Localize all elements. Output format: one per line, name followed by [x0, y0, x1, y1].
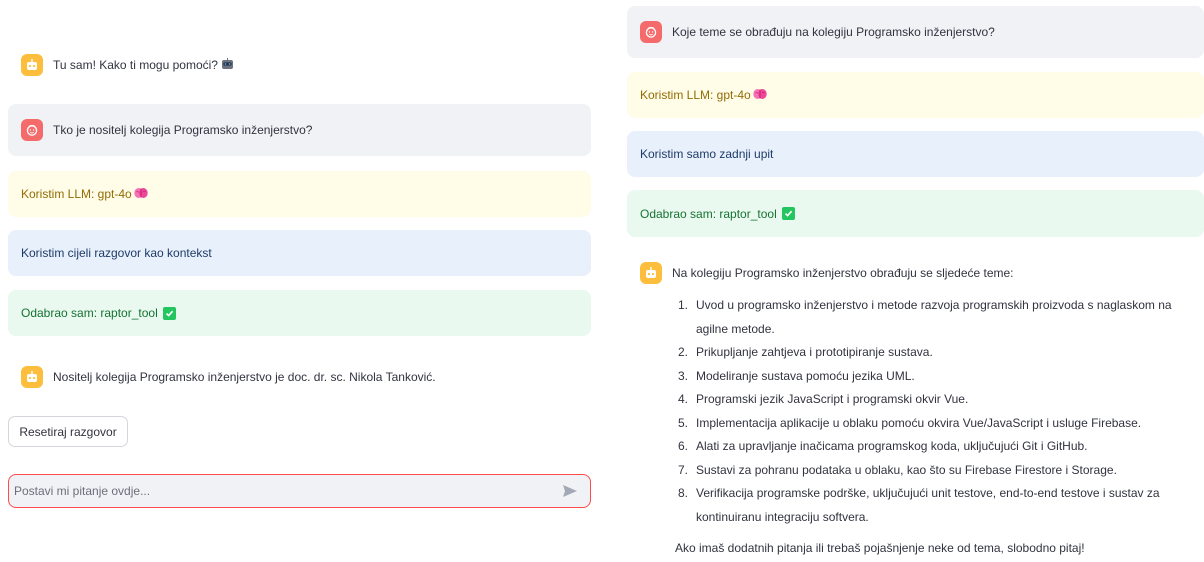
alert-text: Koristim LLM: gpt-4o: [21, 187, 132, 201]
list-item: 1. Uvod u programsko inženjerstvo i meto…: [678, 298, 1172, 336]
chat-message-user: Koje teme se obrađuju na kolegiju Progra…: [627, 6, 1204, 58]
message-text: Tu sam! Kako ti mogu pomoći?: [53, 58, 218, 72]
chat-message-assistant: Nositelj kolegija Programsko inženjerstv…: [8, 364, 591, 390]
brain-icon: [134, 187, 148, 202]
alert-text: Koristim samo zadnji upit: [640, 147, 774, 161]
list-item: 4. Programski jezik JavaScript i program…: [678, 392, 969, 406]
tool-success-alert: Odabrao sam: raptor_tool: [8, 290, 591, 336]
context-info-alert: Koristim samo zadnji upit: [627, 131, 1204, 177]
alert-text: Koristim LLM: gpt-4o: [640, 88, 751, 102]
send-icon[interactable]: [560, 481, 580, 501]
chat-message-assistant: Tu sam! Kako ti mogu pomoći?: [8, 52, 591, 78]
tool-success-alert: Odabrao sam: raptor_tool: [627, 190, 1204, 237]
bot-avatar-icon: [21, 366, 43, 388]
bot-avatar-icon: [21, 54, 43, 76]
topics-list: 1. Uvod u programsko inženjerstvo i meto…: [675, 294, 1191, 529]
bot-avatar-icon: [640, 262, 662, 284]
list-item: 3. Modeliranje sustava pomoću jezika UML…: [678, 368, 915, 383]
check-mark-icon: [781, 207, 795, 220]
chat-message-user: Tko je nositelj kolegija Programsko inže…: [8, 104, 591, 156]
user-avatar-icon: [21, 119, 43, 141]
check-mark-icon: [162, 306, 176, 320]
llm-status-alert: Koristim LLM: gpt-4o: [8, 171, 591, 217]
user-avatar-icon: [640, 21, 662, 43]
answer-closing: Ako imaš dodatnih pitanja ili trebaš poj…: [675, 541, 1085, 555]
brain-icon: [753, 88, 767, 103]
llm-status-alert: Koristim LLM: gpt-4o: [627, 72, 1204, 118]
message-text: Koje teme se obrađuju na kolegiju Progra…: [672, 25, 995, 39]
list-item: 2. Prikupljanje zahtjeva i prototipiranj…: [678, 345, 933, 359]
message-text: Tko je nositelj kolegija Programsko inže…: [53, 123, 313, 137]
message-text: Nositelj kolegija Programsko inženjerstv…: [53, 370, 436, 384]
chat-input-container: [8, 474, 591, 508]
reset-conversation-button[interactable]: Resetiraj razgovor: [8, 416, 128, 447]
context-info-alert: Koristim cijeli razgovor kao kontekst: [8, 230, 591, 276]
alert-text: Odabrao sam: raptor_tool: [640, 206, 777, 221]
chat-input[interactable]: [14, 484, 560, 498]
alert-text: Koristim cijeli razgovor kao kontekst: [21, 246, 212, 260]
chat-message-assistant: Na kolegiju Programsko inženjerstvo obra…: [627, 260, 1204, 555]
alert-text: Odabrao sam: raptor_tool: [21, 306, 158, 320]
list-item: 6. Alati za upravljanje inačicama progra…: [678, 439, 1088, 453]
list-item: 7. Sustavi za pohranu podataka u oblaku,…: [678, 462, 1117, 477]
list-item: 5. Implementacija aplikacije u oblaku po…: [678, 415, 1142, 430]
answer-intro: Na kolegiju Programsko inženjerstvo obra…: [672, 266, 1014, 280]
list-item: 8. Verifikacija programske podrške, uklj…: [678, 486, 1160, 524]
robot-face-icon: [221, 57, 234, 73]
